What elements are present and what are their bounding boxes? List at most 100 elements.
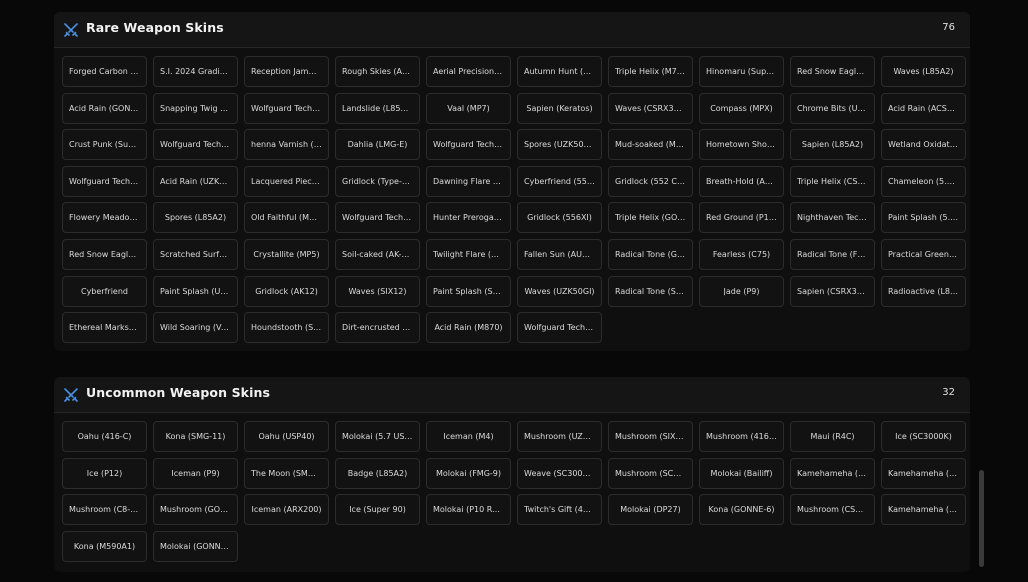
skin-card[interactable]: Dirt-encrusted (9...	[335, 312, 420, 344]
skin-card[interactable]: Kamehameha (M...	[790, 457, 875, 489]
skin-card[interactable]: Jade (P9)	[699, 275, 784, 307]
skin-card[interactable]: Wolfguard Tech (S...	[153, 129, 238, 161]
skin-card[interactable]: Kamehameha (6P...	[881, 494, 966, 526]
skin-card[interactable]: Acid Rain (M870)	[426, 312, 511, 344]
scrollbar-track[interactable]	[979, 470, 984, 567]
section-header[interactable]: Uncommon Weapon Skins 32	[54, 377, 970, 413]
skin-card[interactable]: Flowery Meadow ...	[62, 202, 147, 234]
skin-card[interactable]: Paint Splash (Sup...	[426, 275, 511, 307]
skin-card[interactable]: Iceman (P9)	[153, 457, 238, 489]
skin-card[interactable]: Molokai (P10 Roni)	[426, 494, 511, 526]
skin-card[interactable]: Forged Carbon (S...	[62, 56, 147, 87]
skin-card[interactable]: Red Snow Eagle (...	[62, 238, 147, 270]
section-header[interactable]: Rare Weapon Skins 76	[54, 12, 970, 48]
skin-card[interactable]: Sapien (CSRX300)	[790, 275, 875, 307]
skin-card[interactable]: Molokai (5.7 USG)	[335, 421, 420, 452]
skin-card[interactable]: Old Faithful (MK1...	[244, 202, 329, 234]
skin-card[interactable]: The Moon (SMG-...	[244, 457, 329, 489]
skin-card[interactable]: Iceman (ARX200)	[244, 494, 329, 526]
skin-card[interactable]: Gridlock (Type-89)	[335, 165, 420, 197]
skin-card[interactable]: Ice (Super 90)	[335, 494, 420, 526]
skin-card[interactable]: Cyberfriend (556XI)	[517, 165, 602, 197]
skin-card[interactable]: Wetland Oxidatio...	[881, 129, 966, 161]
skin-card[interactable]: Molokai (FMG-9)	[426, 457, 511, 489]
skin-card[interactable]: Sapien (L85A2)	[790, 129, 875, 161]
skin-card[interactable]: Mushroom (UZK5...	[517, 421, 602, 452]
skin-card[interactable]: Hunter Prerogativ...	[426, 202, 511, 234]
skin-card[interactable]: Acid Rain (ACS12)	[881, 92, 966, 124]
skin-card[interactable]: Wolfguard Tech (P...	[62, 165, 147, 197]
skin-card[interactable]: Molokai (GONNE-...	[153, 530, 238, 562]
skin-card[interactable]: Gridlock (556XI)	[517, 202, 602, 234]
skin-card[interactable]: Fallen Sun (AUG A...	[517, 238, 602, 270]
skin-card[interactable]: Waves (L85A2)	[881, 56, 966, 87]
skin-card[interactable]: Lacquered Piece (...	[244, 165, 329, 197]
skin-card[interactable]: Mushroom (416-C)	[699, 421, 784, 452]
skin-card[interactable]: Crystallite (MP5)	[244, 238, 329, 270]
skin-card[interactable]: Waves (UZK50GI)	[517, 275, 602, 307]
skin-card[interactable]: Gridlock (552 Co...	[608, 165, 693, 197]
skin-card[interactable]: Snapping Twig (A...	[153, 92, 238, 124]
skin-card[interactable]: Ice (P12)	[62, 457, 147, 489]
skin-card[interactable]: Waves (SIX12)	[335, 275, 420, 307]
skin-card[interactable]: Reception Jamme...	[244, 56, 329, 87]
skin-card[interactable]: Landslide (L85A2)	[335, 92, 420, 124]
skin-card[interactable]: Triple Helix (M762)	[608, 56, 693, 87]
skin-card[interactable]: Gridlock (AK12)	[244, 275, 329, 307]
skin-card[interactable]: Mushroom (SIX12...	[608, 421, 693, 452]
skin-card[interactable]: Vaal (MP7)	[426, 92, 511, 124]
skin-card[interactable]: Nighthaven Tech (...	[790, 202, 875, 234]
skin-card[interactable]: Twitch's Gift (417)	[517, 494, 602, 526]
skin-card[interactable]: Aerial Precision (S...	[426, 56, 511, 87]
skin-card[interactable]: Radical Tone (F90)	[790, 238, 875, 270]
skin-card[interactable]: Twilight Flare (AU...	[426, 238, 511, 270]
skin-card[interactable]: Dahlia (LMG-E)	[335, 129, 420, 161]
skin-card[interactable]: Compass (MPX)	[699, 92, 784, 124]
skin-card[interactable]: Mushroom (SC30...	[608, 457, 693, 489]
skin-card[interactable]: Paint Splash (UM...	[153, 275, 238, 307]
skin-card[interactable]: Weave (SC3000K)	[517, 457, 602, 489]
skin-card[interactable]: Chrome Bits (UM...	[790, 92, 875, 124]
skin-card[interactable]: Rough Skies (AK12)	[335, 56, 420, 87]
skin-card[interactable]: Hometown Shot (...	[699, 129, 784, 161]
skin-card[interactable]: S.I. 2024 Gradient ...	[153, 56, 238, 87]
skin-card[interactable]: Badge (L85A2)	[335, 457, 420, 489]
skin-card[interactable]: Wolfguard Tech (F...	[517, 312, 602, 344]
skin-card[interactable]: Autumn Hunt (Sc...	[517, 56, 602, 87]
skin-card[interactable]: Wild Soaring (Vec...	[153, 312, 238, 344]
scrollbar-thumb[interactable]	[979, 470, 984, 567]
skin-card[interactable]: Mushroom (CSRX...	[790, 494, 875, 526]
skin-card[interactable]: Ice (SC3000K)	[881, 421, 966, 452]
skin-card[interactable]: Iceman (M4)	[426, 421, 511, 452]
skin-card[interactable]: Wolfguard Tech (T...	[335, 202, 420, 234]
skin-card[interactable]: Acid Rain (GONN...	[62, 92, 147, 124]
skin-card[interactable]: Wolfguard Tech (...	[244, 92, 329, 124]
skin-card[interactable]: Oahu (416-C)	[62, 421, 147, 452]
skin-card[interactable]: Hinomaru (Super...	[699, 56, 784, 87]
skin-card[interactable]: Mushroom (GON...	[153, 494, 238, 526]
skin-card[interactable]: Radical Tone (GO...	[608, 238, 693, 270]
skin-card[interactable]: Waves (CSRX300)	[608, 92, 693, 124]
skin-card[interactable]: Scratched Surface...	[153, 238, 238, 270]
skin-card[interactable]: Triple Helix (CSRX...	[790, 165, 875, 197]
skin-card[interactable]: Houndstooth (SP...	[244, 312, 329, 344]
skin-card[interactable]: Kona (SMG-11)	[153, 421, 238, 452]
skin-card[interactable]: henna Varnish (A...	[244, 129, 329, 161]
skin-card[interactable]: Fearless (C75)	[699, 238, 784, 270]
skin-card[interactable]: Paint Splash (5.7 ...	[881, 202, 966, 234]
skin-card[interactable]: Spores (L85A2)	[153, 202, 238, 234]
skin-card[interactable]: Acid Rain (UZK50...	[153, 165, 238, 197]
skin-card[interactable]: Ethereal Marksma...	[62, 312, 147, 344]
skin-card[interactable]: Molokai (DP27)	[608, 494, 693, 526]
skin-card[interactable]: Radical Tone (SDP...	[608, 275, 693, 307]
skin-card[interactable]: Triple Helix (GON...	[608, 202, 693, 234]
skin-card[interactable]: Breath-Hold (AUG...	[699, 165, 784, 197]
skin-card[interactable]: Radioactive (L85A2)	[881, 275, 966, 307]
skin-card[interactable]: Maui (R4C)	[790, 421, 875, 452]
skin-card[interactable]: Practical Green (U...	[881, 238, 966, 270]
skin-card[interactable]: Dawning Flare (A...	[426, 165, 511, 197]
skin-card[interactable]: Molokai (Bailiff)	[699, 457, 784, 489]
skin-card[interactable]: Sapien (Keratos)	[517, 92, 602, 124]
skin-card[interactable]: Wolfguard Tech (S...	[426, 129, 511, 161]
skin-card[interactable]: Mud-soaked (MP7)	[608, 129, 693, 161]
